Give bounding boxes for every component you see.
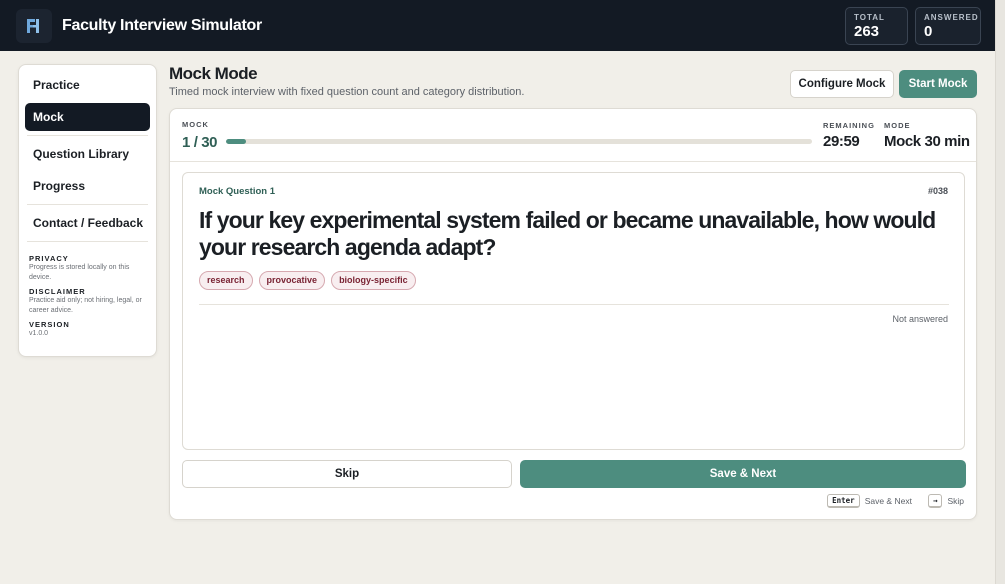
mock-count-label: MOCK [182,120,209,129]
question-label: Mock Question 1 [199,186,276,197]
page-subtitle: Timed mock interview with fixed question… [169,86,525,98]
sidebar-divider [27,204,148,205]
app-header: Faculty Interview Simulator TOTAL 263 AN… [0,0,995,51]
mock-panel: MOCK 1 / 30 REMAINING 29:59 MODE Mock 30… [169,108,977,520]
sidebar-divider [27,135,148,136]
privacy-label: PRIVACY [29,254,69,263]
version-label: VERSION [29,320,70,329]
version-text: v1.0.0 [29,330,49,337]
arrow-right-key-hint: → [927,494,943,508]
enter-key-hint: Enter [827,494,860,508]
question-tags: research provocative biology-specific [199,271,416,290]
question-text: If your key experimental system failed o… [199,207,936,260]
faculty-monogram-icon [27,19,39,33]
mode-label: MODE [884,121,911,130]
total-stat: TOTAL 263 [845,7,908,45]
enter-shortcut-action: Save & Next [864,496,912,506]
progress-bar [226,139,812,144]
tag-provocative: provocative [258,271,326,290]
disclaimer-text: Practice aid only; not hiring, legal, or… [29,297,142,314]
tag-biology-specific: biology-specific [331,271,416,290]
save-next-button[interactable]: Save & Next [520,460,966,488]
tag-research: research [199,271,253,290]
remaining-timer: 29:59 [823,133,860,150]
app-logo[interactable] [16,9,52,43]
sidebar-meta: PRIVACY Progress is stored locally on th… [25,246,150,339]
sidebar-divider [27,241,148,242]
total-stat-value: 263 [854,23,880,40]
start-mock-button[interactable]: Start Mock [899,70,977,98]
mock-count-value: 1 / 30 [182,134,218,151]
answered-stat-value: 0 [924,23,933,40]
question-card: Mock Question 1 #038 If your key experim… [182,172,965,450]
mode-value: Mock 30 min [884,133,970,150]
question-id: #038 [927,186,948,196]
sidebar-item-question-library[interactable]: Question Library [25,140,150,168]
app-title: Faculty Interview Simulator [62,17,262,34]
keyboard-shortcuts: Enter Save & Next → Skip [827,494,964,508]
sidebar: Practice Mock Question Library Progress … [18,64,157,357]
page-title: Mock Mode [169,64,258,83]
answered-stat: ANSWERED 0 [915,7,981,45]
progress-row: MOCK 1 / 30 REMAINING 29:59 MODE Mock 30… [170,109,976,162]
answer-status: Not answered [892,314,948,324]
disclaimer-label: DISCLAIMER [29,287,86,296]
answered-stat-label: ANSWERED [924,13,979,22]
arrow-shortcut-action: Skip [947,496,964,506]
skip-button[interactable]: Skip [182,460,512,488]
remaining-label: REMAINING [823,121,875,130]
question-divider [199,304,949,305]
privacy-text: Progress is stored locally on this devic… [29,264,130,281]
progress-bar-fill [226,139,246,144]
total-stat-label: TOTAL [854,13,885,22]
page-scrollbar[interactable] [995,0,1005,584]
sidebar-item-progress[interactable]: Progress [25,172,150,200]
sidebar-item-contact-feedback[interactable]: Contact / Feedback [25,209,150,237]
sidebar-item-mock[interactable]: Mock [25,103,150,131]
configure-mock-button[interactable]: Configure Mock [790,70,894,98]
sidebar-item-practice[interactable]: Practice [25,71,150,99]
